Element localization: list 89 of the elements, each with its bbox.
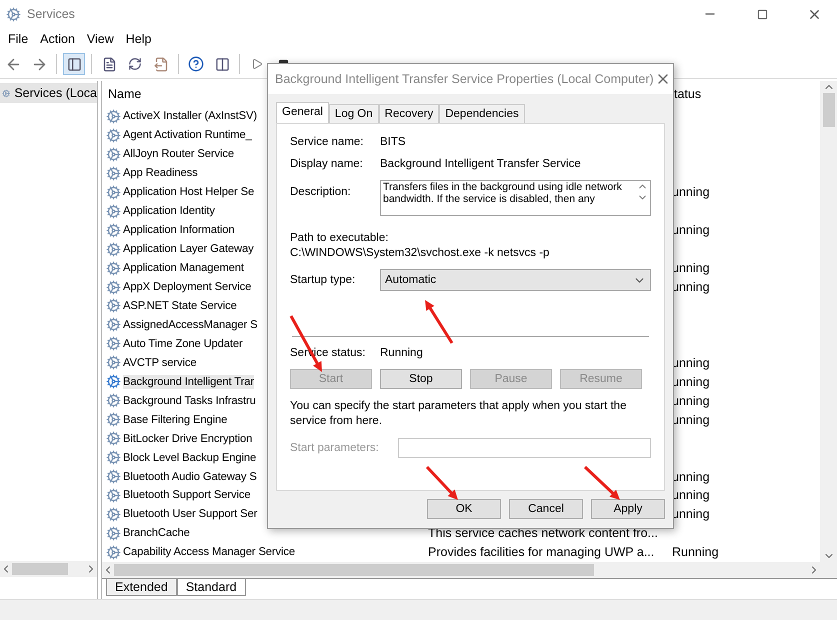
service-name[interactable]: AllJoyn Router Service bbox=[123, 147, 234, 162]
service-name[interactable]: Base Filtering Engine bbox=[123, 412, 228, 427]
gear-icon bbox=[106, 374, 121, 390]
service-name[interactable]: BranchCache bbox=[123, 526, 190, 540]
hint-text: You can specify the start parameters that apply when you start the service from here. bbox=[290, 399, 628, 429]
gear-icon bbox=[106, 450, 121, 466]
service-description: Provides facilities for managing UWP a... bbox=[428, 545, 654, 560]
gear-icon bbox=[6, 6, 21, 22]
field-value: BITS bbox=[380, 136, 406, 148]
field-label: Path to executable: bbox=[290, 232, 390, 244]
menu-item[interactable]: Help bbox=[120, 32, 158, 46]
service-name[interactable]: AVCTP service bbox=[123, 356, 197, 370]
service-name[interactable]: Block Level Backup Engine bbox=[123, 450, 256, 465]
window-title: Services bbox=[27, 7, 76, 21]
service-name[interactable]: Background Tasks Infrastru bbox=[123, 394, 256, 408]
field-label: Display name: bbox=[290, 158, 364, 170]
scrollbar-thumb[interactable] bbox=[12, 563, 68, 575]
menu-item[interactable]: File bbox=[2, 32, 34, 46]
field-label: Description: bbox=[290, 186, 352, 198]
view-tab[interactable]: Standard bbox=[176, 579, 246, 596]
gear-icon bbox=[106, 108, 121, 124]
field-label: Service name: bbox=[290, 136, 365, 148]
service-status: Running bbox=[380, 347, 423, 359]
dialog-tab[interactable]: Dependencies bbox=[439, 104, 525, 123]
view-tab[interactable]: Extended bbox=[106, 579, 177, 596]
field-value: Background Intelligent Transfer Service bbox=[380, 158, 581, 170]
field-label: Start parameters: bbox=[290, 442, 380, 454]
field-label: Startup type: bbox=[290, 274, 356, 286]
dialog-tab[interactable]: Log On bbox=[328, 104, 379, 123]
service-name[interactable]: Bluetooth Support Service bbox=[123, 488, 250, 502]
description-box[interactable]: Transfers files in the background using idle network bandwidth. If the service is disabled, then any bbox=[380, 180, 651, 216]
gear-icon bbox=[106, 166, 121, 181]
dialog-button[interactable]: Apply bbox=[591, 499, 665, 519]
service-name[interactable]: Agent Activation Runtime_ bbox=[123, 128, 252, 142]
dialog-button[interactable]: Cancel bbox=[509, 499, 583, 519]
service-name[interactable]: Background Intelligent Trar bbox=[123, 374, 254, 389]
gear-icon bbox=[106, 393, 121, 408]
gear-icon bbox=[106, 526, 121, 541]
menu-item[interactable]: View bbox=[80, 32, 120, 46]
service-name[interactable]: AppX Deployment Service bbox=[123, 280, 252, 294]
gear-icon bbox=[106, 128, 121, 143]
dialog-tab[interactable]: General bbox=[276, 102, 329, 123]
gear-icon bbox=[106, 146, 121, 162]
annotation-arrow bbox=[425, 300, 454, 344]
gear-icon bbox=[106, 184, 121, 200]
dialog-title: Background Intelligent Transfer Service Properties (Local Computer) bbox=[275, 72, 654, 86]
service-name[interactable]: Capability Access Manager Service bbox=[123, 545, 296, 560]
dialog-button[interactable]: OK bbox=[427, 499, 501, 519]
gear-icon bbox=[106, 488, 121, 503]
gear-icon bbox=[106, 506, 121, 522]
gear-icon bbox=[106, 260, 121, 276]
service-name[interactable]: Bluetooth User Support Ser bbox=[123, 507, 258, 522]
annotation-arrow bbox=[584, 466, 620, 500]
gear-icon bbox=[106, 298, 121, 314]
tree-item[interactable]: Services (Loca bbox=[0, 83, 97, 103]
gear-icon bbox=[106, 544, 121, 560]
annotation-arrow bbox=[426, 466, 458, 500]
gear-icon bbox=[106, 431, 121, 446]
executable-path: C:\WINDOWS\System32\svchost.exe -k netsvcs -p bbox=[290, 247, 550, 259]
service-name[interactable]: App Readiness bbox=[123, 166, 198, 180]
service-control-button[interactable]: Stop bbox=[380, 369, 462, 389]
service-name[interactable]: BitLocker Drive Encryption bbox=[123, 432, 252, 446]
gear-icon bbox=[106, 355, 121, 370]
maximize-icon[interactable] bbox=[756, 8, 768, 20]
service-name[interactable]: Auto Time Zone Updater bbox=[123, 336, 243, 351]
service-name[interactable]: ASP.NET State Service bbox=[123, 298, 237, 313]
gear-icon bbox=[106, 280, 121, 294]
service-name[interactable]: ActiveX Installer (AxInstSV) bbox=[123, 109, 257, 124]
service-name[interactable]: Application Layer Gateway bbox=[123, 242, 254, 256]
service-name[interactable]: Application Management bbox=[123, 261, 244, 276]
service-name[interactable]: AssignedAccessManager S bbox=[123, 318, 258, 332]
service-name[interactable]: Application Identity bbox=[123, 204, 215, 218]
gear-icon bbox=[106, 469, 121, 484]
service-status: Running bbox=[672, 545, 719, 560]
service-name[interactable]: Bluetooth Audio Gateway S bbox=[123, 470, 257, 484]
gear-icon bbox=[106, 336, 121, 352]
gear-icon bbox=[106, 317, 121, 332]
scrollbar-thumb[interactable] bbox=[822, 93, 834, 127]
service-name[interactable]: Application Information bbox=[123, 223, 235, 238]
startup-type-dropdown[interactable]: Automatic bbox=[380, 269, 651, 291]
service-name[interactable]: Application Host Helper Se bbox=[123, 185, 254, 200]
menu-item[interactable]: Action bbox=[34, 32, 81, 46]
console-tree-icon[interactable] bbox=[63, 53, 85, 75]
gear-icon bbox=[106, 242, 121, 257]
scrollbar-thumb[interactable] bbox=[114, 564, 594, 576]
gear-icon bbox=[106, 204, 121, 219]
gear-icon bbox=[106, 222, 121, 238]
dialog-tab[interactable]: Recovery bbox=[378, 104, 440, 123]
gear-icon bbox=[106, 412, 121, 428]
